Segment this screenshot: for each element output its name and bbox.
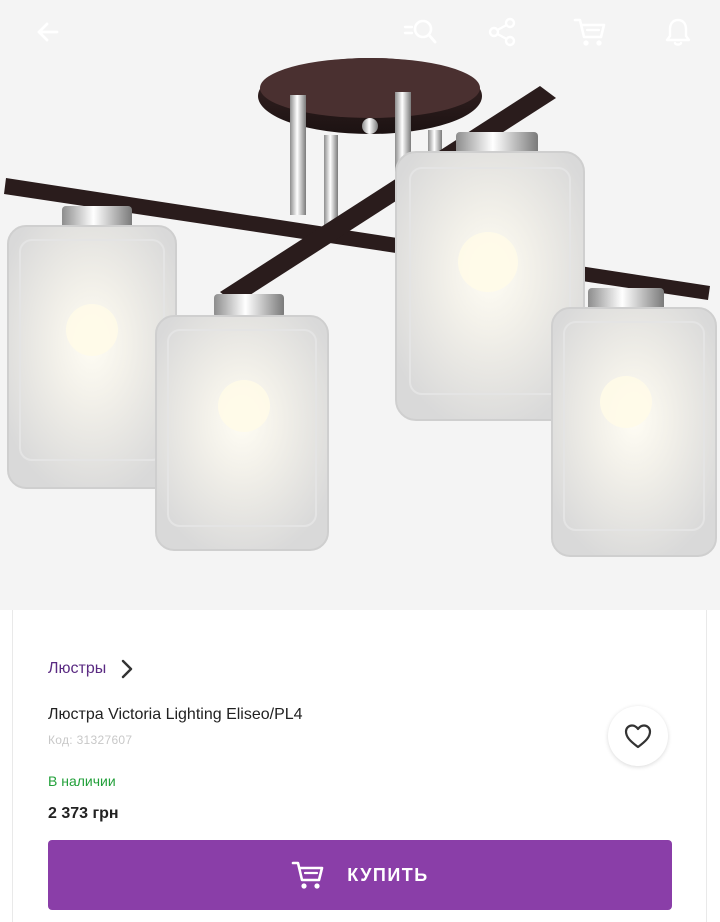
share-button[interactable] xyxy=(484,14,520,50)
back-button[interactable] xyxy=(30,14,66,50)
card-border-left xyxy=(12,610,13,922)
cart-button[interactable] xyxy=(572,14,608,50)
chandelier-image xyxy=(4,58,717,557)
search-list-icon xyxy=(403,19,437,44)
arrow-left-icon xyxy=(37,22,59,42)
cart-icon xyxy=(573,18,606,46)
chevron-right-icon xyxy=(122,659,133,679)
product-image[interactable] xyxy=(0,0,720,610)
buy-button[interactable]: КУПИТЬ xyxy=(48,840,672,910)
card-border-right xyxy=(706,610,707,922)
breadcrumb-label: Люстры xyxy=(48,660,107,677)
favorite-button[interactable] xyxy=(608,706,668,766)
product-sku: Код: 31327607 xyxy=(48,733,133,747)
breadcrumb-category[interactable]: Люстры xyxy=(48,656,134,682)
availability-status: В наличии xyxy=(48,773,116,789)
product-title: Люстра Victoria Lighting Eliseo/PL4 xyxy=(48,706,303,723)
notifications-button[interactable] xyxy=(660,14,696,50)
bell-icon xyxy=(665,18,691,46)
buy-button-label: КУПИТЬ xyxy=(347,864,429,885)
heart-outline-icon xyxy=(624,724,652,749)
share-icon xyxy=(488,17,516,47)
top-app-bar xyxy=(0,0,720,66)
search-button[interactable] xyxy=(402,14,438,50)
cart-icon xyxy=(291,861,324,889)
product-price: 2 373 грн xyxy=(48,805,119,822)
